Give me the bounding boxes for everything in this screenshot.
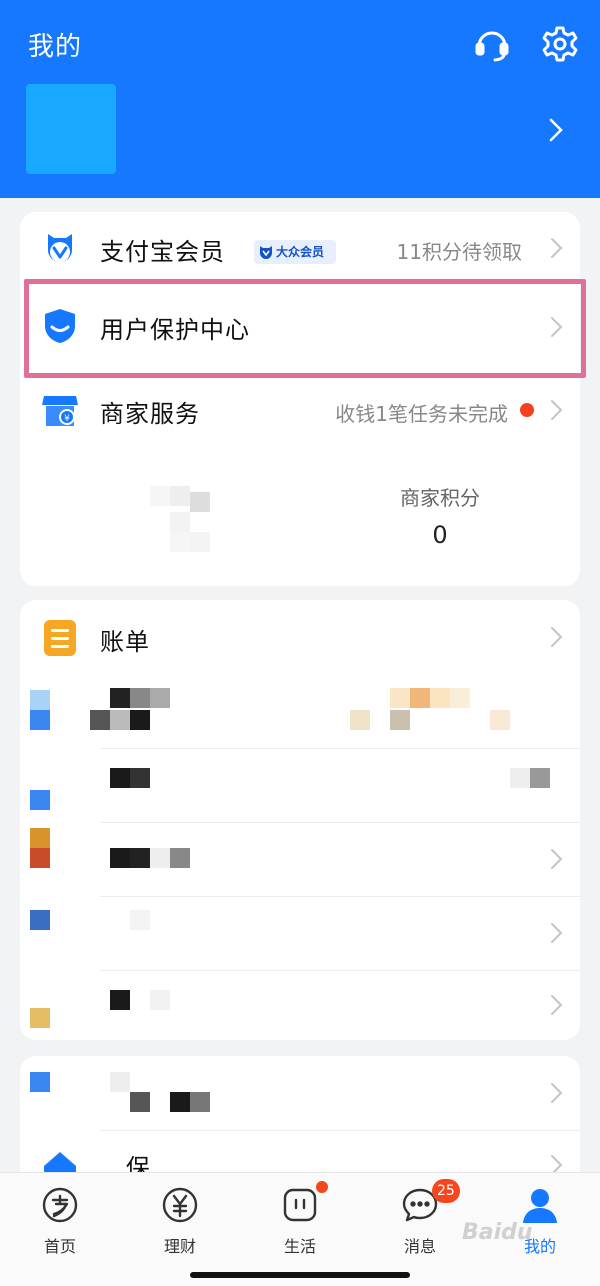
svg-text:¥: ¥ — [64, 414, 70, 424]
merchant-points-value[interactable]: 0 — [376, 521, 504, 549]
row-label: 商家服务 — [100, 400, 200, 428]
gear-icon[interactable] — [540, 24, 580, 64]
row-label: 支付宝会员 — [100, 238, 225, 266]
obscured-row[interactable] — [20, 674, 580, 748]
obscured-row[interactable] — [20, 748, 580, 822]
chevron-right-icon — [548, 624, 564, 650]
tab-wealth[interactable]: 理财 — [120, 1185, 240, 1265]
tab-label: 生活 — [283, 1237, 316, 1256]
obscured-row[interactable] — [20, 822, 580, 896]
tab-home[interactable]: 首页 — [0, 1185, 120, 1265]
member-points-pending: 11积分待领取 — [396, 240, 522, 264]
profile-chevron-icon[interactable] — [546, 116, 566, 144]
merchant-task-status: 收钱1笔任务未完成 — [335, 402, 508, 426]
bill-row[interactable]: 账单 — [20, 600, 580, 674]
avatar[interactable] — [26, 84, 116, 174]
chevron-right-icon — [548, 920, 564, 946]
person-icon — [520, 1185, 560, 1225]
row-label: 账单 — [100, 628, 150, 656]
page-title: 我的 — [28, 32, 83, 62]
yuan-coin-icon — [160, 1185, 200, 1225]
merchant-services-row[interactable]: ¥ 商家服务 收钱1笔任务未完成 — [20, 370, 580, 446]
home-indicator — [190, 1272, 410, 1278]
tab-label: 理财 — [163, 1237, 196, 1256]
bill-card: 账单 — [20, 600, 580, 1040]
chevron-right-icon — [548, 397, 564, 423]
chevron-right-icon — [548, 1080, 564, 1106]
merchant-store-icon: ¥ — [40, 390, 80, 430]
member-badge-icon — [260, 246, 272, 259]
merchant-points-title: 商家积分 — [400, 486, 480, 510]
blurred-content — [90, 476, 270, 556]
tab-label: 首页 — [43, 1237, 76, 1256]
chevron-right-icon — [548, 992, 564, 1018]
alipay-home-icon — [40, 1185, 80, 1225]
life-icon — [280, 1185, 320, 1225]
alipay-member-row[interactable]: 支付宝会员 大众会员 11积分待领取 — [20, 212, 580, 284]
header: 我的 — [0, 0, 600, 198]
chevron-right-icon — [548, 846, 564, 872]
notification-dot — [520, 403, 534, 417]
notification-dot — [314, 1179, 330, 1195]
bill-icon — [40, 618, 80, 658]
obscured-row[interactable] — [20, 970, 580, 1040]
customer-service-headset-icon[interactable] — [472, 24, 512, 64]
obscured-row[interactable] — [20, 896, 580, 970]
obscured-row[interactable] — [20, 1056, 580, 1130]
watermark: Baidu — [462, 1220, 533, 1245]
highlight-box — [24, 279, 586, 378]
more-services-card: ...保 — [20, 1056, 580, 1186]
member-level-badge: 大众会员 — [254, 240, 336, 264]
alipay-member-icon — [40, 230, 80, 270]
member-badge-text: 大众会员 — [276, 245, 325, 259]
unread-count-badge: 25 — [432, 1179, 460, 1203]
tab-life[interactable]: 生活 — [240, 1179, 360, 1265]
chevron-right-icon — [548, 235, 564, 261]
